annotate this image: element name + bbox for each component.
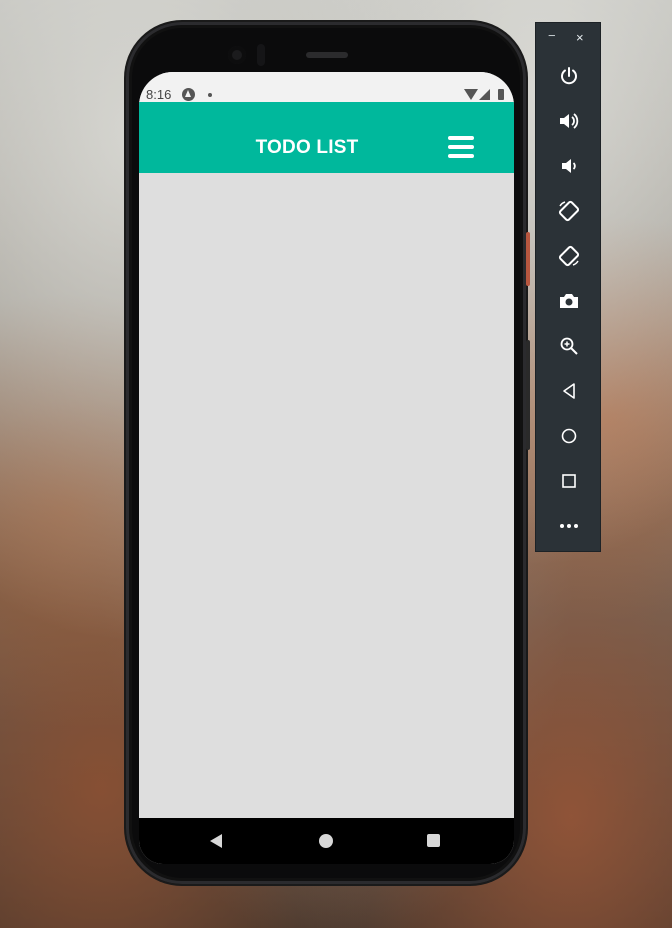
- emulator-toolbar: − ×: [535, 22, 601, 552]
- earpiece-speaker: [306, 52, 348, 58]
- more-button[interactable]: [536, 511, 602, 541]
- sensor-icon: [257, 44, 265, 66]
- rotate-right-button[interactable]: [536, 241, 602, 271]
- back-button[interactable]: [536, 376, 602, 406]
- power-icon: [561, 67, 577, 85]
- volume-up-icon: [560, 113, 579, 129]
- status-bar: 8:16: [139, 72, 514, 102]
- rotate-left-icon: [558, 200, 580, 222]
- rotate-left-button[interactable]: [536, 196, 602, 226]
- nav-recents-icon[interactable]: [427, 834, 440, 847]
- phone-screen: 8:16 TODO LIST +: [139, 72, 514, 864]
- volume-side-button: [526, 340, 530, 450]
- todo-list-area: +: [139, 173, 514, 864]
- notification-dot-icon: [208, 93, 212, 97]
- front-camera-icon: [228, 46, 246, 64]
- power-side-button: [526, 232, 530, 286]
- app-header: TODO LIST: [139, 102, 514, 173]
- nav-back-icon[interactable]: [210, 834, 222, 848]
- rotate-right-icon: [558, 245, 580, 267]
- wifi-icon: [464, 89, 478, 100]
- screenshot-button[interactable]: [536, 286, 602, 316]
- home-button[interactable]: [536, 421, 602, 451]
- camera-icon: [560, 294, 578, 308]
- expo-notification-icon: [182, 88, 195, 101]
- zoom-icon: [560, 337, 578, 355]
- overview-button[interactable]: [536, 466, 602, 496]
- home-icon: [561, 428, 577, 444]
- power-button[interactable]: [536, 61, 602, 91]
- volume-down-icon: [562, 159, 576, 173]
- nav-home-icon[interactable]: [319, 834, 333, 848]
- hamburger-menu-icon[interactable]: [448, 136, 474, 158]
- status-time: 8:16: [146, 87, 172, 102]
- page-title: TODO LIST: [255, 137, 359, 158]
- signal-icon: [479, 89, 490, 100]
- volume-down-button[interactable]: [536, 151, 602, 181]
- battery-icon: [498, 89, 504, 100]
- minimize-button[interactable]: −: [548, 28, 556, 43]
- overview-icon: [562, 474, 576, 488]
- volume-up-button[interactable]: [536, 106, 602, 136]
- close-button[interactable]: ×: [576, 30, 584, 45]
- android-nav-bar: [139, 818, 514, 864]
- more-icon: [560, 524, 578, 528]
- zoom-button[interactable]: [536, 331, 602, 361]
- back-icon: [563, 383, 575, 399]
